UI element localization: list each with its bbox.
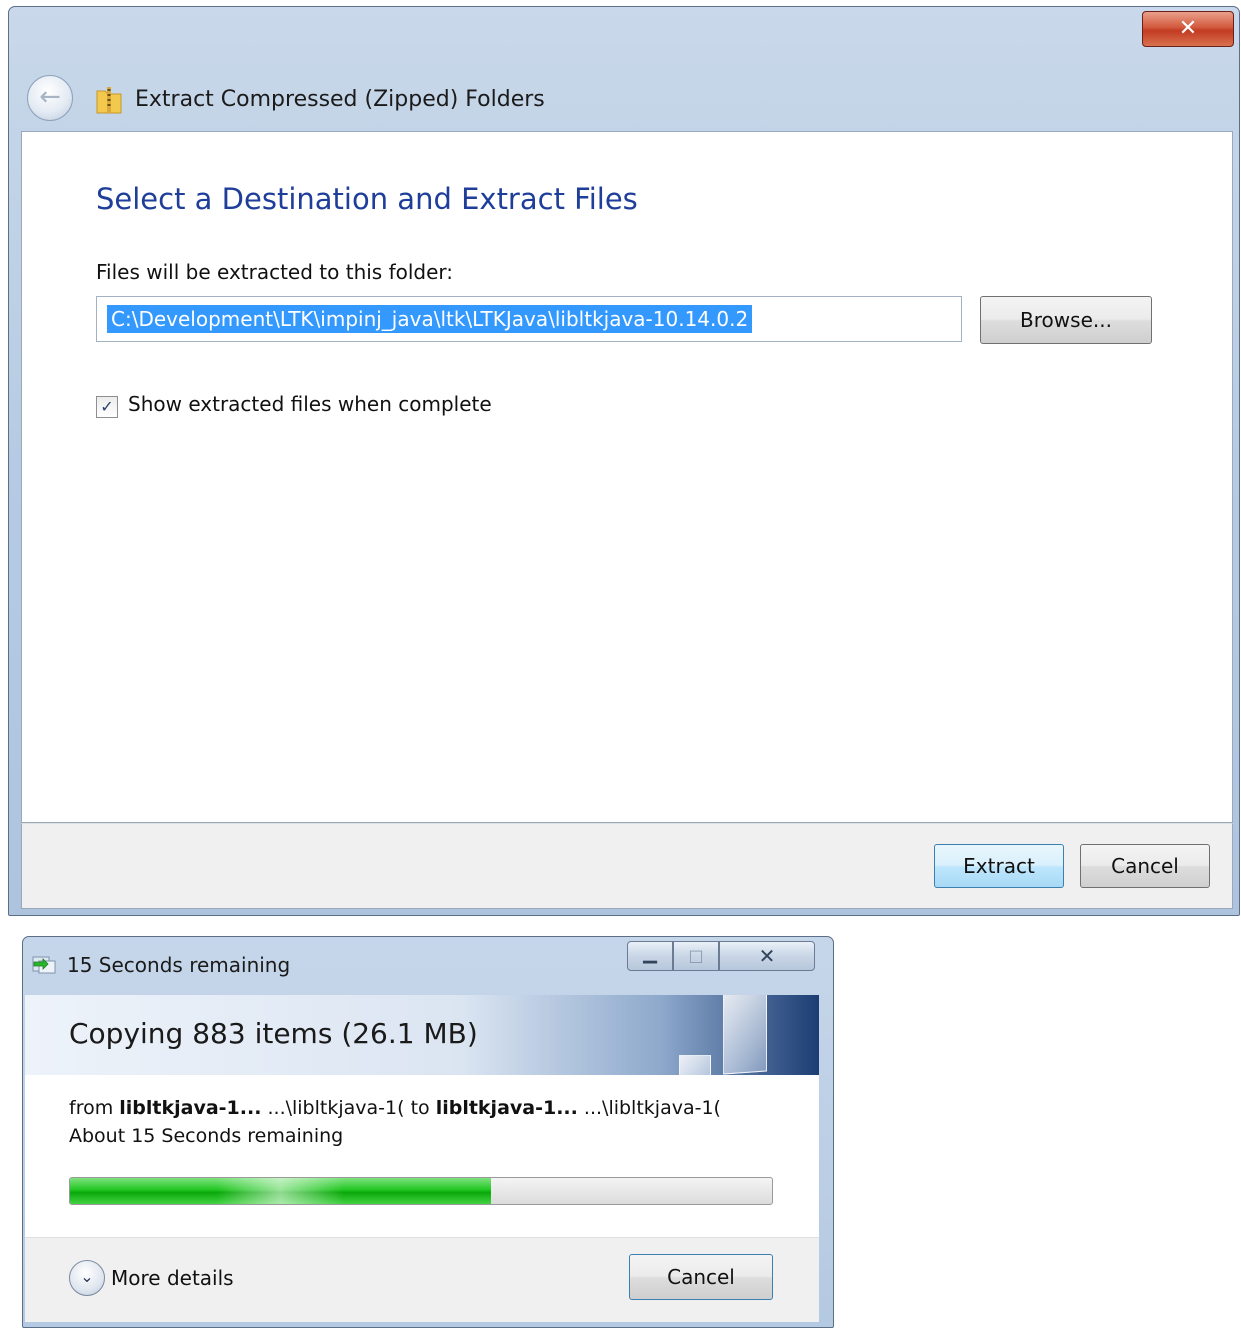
wizard-footer: Extract Cancel bbox=[21, 823, 1233, 909]
chevron-down-icon: ⌄ bbox=[80, 1267, 94, 1286]
back-button[interactable]: ← bbox=[27, 75, 73, 121]
source-name: libltkjava-1... bbox=[119, 1097, 262, 1119]
close-icon: ✕ bbox=[758, 944, 776, 968]
copy-progress-window: 15 Seconds remaining ▁ □ ✕ Copying 883 i… bbox=[22, 936, 834, 1328]
destination-path-value: C:\Development\LTK\impinj_java\ltk\LTKJa… bbox=[107, 305, 753, 333]
close-icon: ✕ bbox=[1178, 16, 1198, 41]
time-remaining-text: About 15 Seconds remaining bbox=[69, 1125, 344, 1147]
back-arrow-icon: ← bbox=[39, 82, 61, 112]
copy-progress-bar bbox=[69, 1177, 773, 1205]
copy-progress-icon bbox=[32, 956, 56, 974]
to-prefix: to bbox=[410, 1097, 430, 1119]
more-details-toggle[interactable]: ⌄ bbox=[69, 1260, 105, 1296]
show-files-checkbox[interactable]: ✓ bbox=[96, 396, 118, 418]
destination-path: ...\libltkjava-1( bbox=[583, 1097, 721, 1119]
progress-body: from libltkjava-1... ...\libltkjava-1( t… bbox=[25, 1075, 819, 1237]
show-files-label[interactable]: Show extracted files when complete bbox=[128, 392, 492, 416]
browse-button[interactable]: Browse... bbox=[980, 296, 1152, 344]
close-button[interactable]: ✕ bbox=[1142, 11, 1234, 47]
maximize-button[interactable]: □ bbox=[673, 941, 719, 971]
from-prefix: from bbox=[69, 1097, 114, 1119]
zip-folder-icon bbox=[96, 87, 122, 114]
close-button[interactable]: ✕ bbox=[719, 941, 815, 971]
destination-path-input[interactable]: C:\Development\LTK\impinj_java\ltk\LTKJa… bbox=[96, 296, 962, 342]
wizard-heading: Select a Destination and Extract Files bbox=[96, 182, 638, 216]
source-path: ...\libltkjava-1( bbox=[267, 1097, 405, 1119]
destination-name: libltkjava-1... bbox=[435, 1097, 578, 1119]
extract-dialog-window: ✕ ← Extract Compressed (Zipped) Folders … bbox=[8, 6, 1240, 916]
minimize-button[interactable]: ▁ bbox=[627, 941, 673, 971]
checkmark-icon: ✓ bbox=[100, 397, 114, 416]
copy-source-destination-line: from libltkjava-1... ...\libltkjava-1( t… bbox=[69, 1097, 721, 1119]
window-title: Extract Compressed (Zipped) Folders bbox=[135, 87, 545, 112]
decorative-glass-pane bbox=[723, 995, 767, 1075]
copy-heading: Copying 883 items (26.1 MB) bbox=[69, 1017, 478, 1050]
decorative-glass-pane bbox=[679, 1055, 711, 1075]
more-details-label[interactable]: More details bbox=[111, 1266, 234, 1290]
minimize-icon: ▁ bbox=[643, 943, 657, 964]
destination-label: Files will be extracted to this folder: bbox=[96, 260, 454, 284]
maximize-icon: □ bbox=[688, 946, 704, 965]
window-title: 15 Seconds remaining bbox=[67, 953, 291, 977]
cancel-button[interactable]: Cancel bbox=[629, 1254, 773, 1300]
progress-header-band: Copying 883 items (26.1 MB) bbox=[25, 995, 819, 1075]
extract-button[interactable]: Extract bbox=[934, 844, 1064, 888]
wizard-content-panel: Select a Destination and Extract Files F… bbox=[21, 131, 1233, 823]
progress-footer: ⌄ More details Cancel bbox=[25, 1237, 819, 1322]
cancel-button[interactable]: Cancel bbox=[1080, 844, 1210, 888]
copy-progress-fill bbox=[70, 1178, 492, 1204]
